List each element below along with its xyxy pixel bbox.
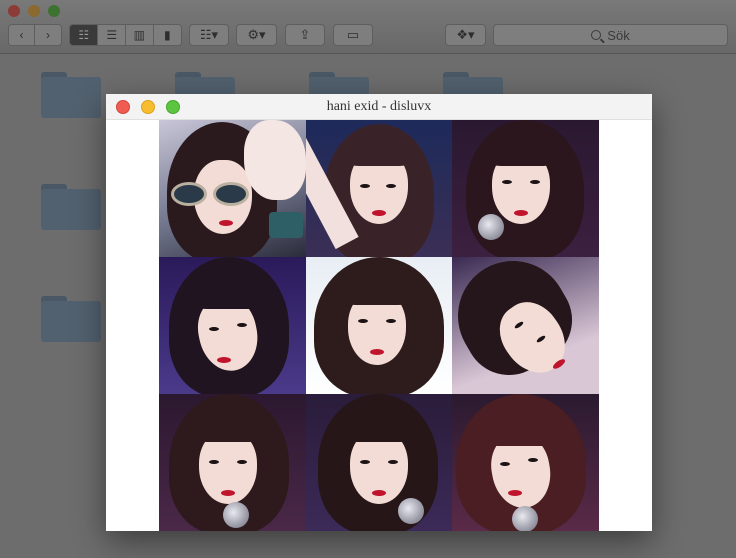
share-button[interactable]: ⇪ — [285, 24, 325, 46]
tag-button[interactable]: ▭ — [333, 24, 373, 46]
photo-tile — [452, 394, 599, 531]
share-icon: ⇪ — [299, 27, 311, 42]
search-icon — [591, 30, 602, 40]
preview-titlebar: hani exid - disluvx — [106, 94, 652, 120]
icon-view-icon: ☷ — [78, 28, 90, 42]
column-view-button[interactable]: ▥ — [126, 25, 154, 45]
photo-tile — [305, 394, 453, 531]
action-button[interactable]: ⚙▾ — [236, 24, 277, 46]
cover-flow-button[interactable]: ▮ — [153, 25, 181, 45]
view-mode-selector: ☷ ☰ ▥ ▮ — [69, 24, 182, 46]
photo-tile — [305, 120, 453, 257]
photo-tile — [452, 120, 599, 257]
finder-zoom-button[interactable] — [48, 5, 60, 17]
icon-view-button[interactable]: ☷ — [70, 25, 99, 45]
dropbox-button[interactable]: ❖▾ — [445, 24, 486, 46]
search-field[interactable]: Sök — [493, 24, 728, 46]
photo-tile — [452, 257, 599, 394]
photo-tile — [305, 257, 453, 394]
gear-icon: ⚙▾ — [247, 27, 266, 42]
list-view-button[interactable]: ☰ — [98, 25, 126, 45]
finder-close-button[interactable] — [8, 5, 20, 17]
folder-icon[interactable] — [41, 296, 101, 342]
nav-back-forward: ‹ › — [8, 24, 62, 46]
chevron-left-icon: ‹ — [19, 28, 24, 42]
arrange-button[interactable]: ☷▾ — [189, 24, 229, 46]
photo-tile — [159, 257, 306, 394]
column-view-icon: ▥ — [133, 28, 145, 42]
photo-collage — [159, 120, 599, 531]
tag-icon: ▭ — [346, 27, 360, 42]
list-view-icon: ☰ — [106, 28, 118, 42]
photo-tile — [159, 120, 306, 257]
search-placeholder: Sök — [607, 27, 630, 43]
finder-minimize-button[interactable] — [28, 5, 40, 17]
window-title: hani exid - disluvx — [326, 99, 432, 114]
finder-toolbar: ‹ › ☷ ☰ ▥ ▮ ☷▾ ⚙▾ ⇪ ▭ ❖▾ Sök — [0, 0, 736, 54]
forward-button[interactable]: › — [35, 25, 61, 45]
preview-window: hani exid - disluvx — [106, 94, 652, 531]
photo-tile — [159, 394, 306, 531]
dropbox-icon: ❖▾ — [456, 27, 475, 42]
folder-icon[interactable] — [41, 72, 101, 118]
chevron-right-icon: › — [46, 28, 50, 42]
arrange-icon: ☷▾ — [199, 27, 219, 42]
back-button[interactable]: ‹ — [9, 25, 36, 45]
cover-flow-icon: ▮ — [163, 28, 171, 42]
folder-icon[interactable] — [41, 184, 101, 230]
